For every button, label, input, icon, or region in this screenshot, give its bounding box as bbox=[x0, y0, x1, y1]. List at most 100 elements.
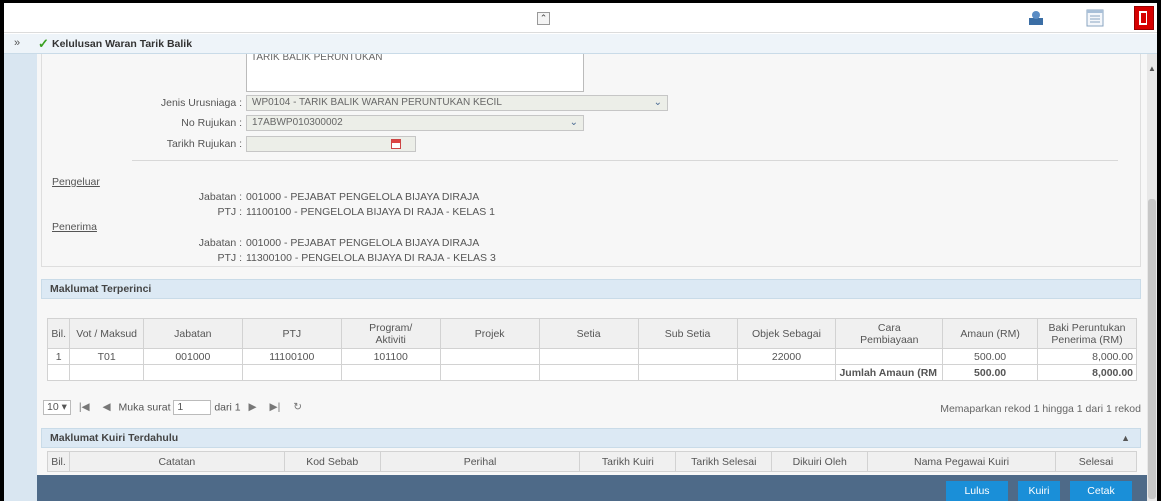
page-input[interactable]: 1 bbox=[173, 400, 212, 415]
cell-bil: 1 bbox=[46, 348, 71, 365]
form-panel: TARIK BALIK PERUNTUKAN Jenis Urusniaga :… bbox=[41, 54, 1141, 267]
jenis-urusniaga-label: Jenis Urusniaga : bbox=[160, 97, 242, 109]
page-size-select[interactable]: 10 ▾ bbox=[43, 400, 71, 415]
no-rujukan-select[interactable]: 17ABWP010300002 ⌄ bbox=[246, 115, 584, 131]
description-text: TARIK BALIK PERUNTUKAN bbox=[251, 54, 383, 63]
muka-surat-label: Muka surat bbox=[118, 401, 171, 414]
pengeluar-heading: Pengeluar bbox=[52, 176, 100, 188]
pengeluar-jabatan-label: Jabatan : bbox=[198, 191, 242, 203]
col-bil: Bil. bbox=[46, 318, 71, 349]
cell-setia bbox=[538, 348, 639, 365]
kuiri-col-nama-pegawai: Nama Pegawai Kuiri bbox=[867, 451, 1056, 472]
vertical-scrollbar[interactable]: ▲ bbox=[1147, 54, 1157, 501]
pengeluar-jabatan-value: 001000 - PEJABAT PENGELOLA BIJAYA DIRAJA bbox=[246, 191, 480, 203]
cell-sub-setia bbox=[637, 348, 738, 365]
kuiri-table: Bil. Catatan Kod Sebab Perihal Tarikh Ku… bbox=[47, 451, 1138, 472]
pengeluar-ptj-value: 11100100 - PENGELOLA BIJAYA DI RAJA - KE… bbox=[246, 206, 496, 218]
title-bar: » ✓ Kelulusan Waran Tarik Balik bbox=[4, 34, 1157, 54]
cell-objek: 22000 bbox=[736, 348, 837, 365]
kuiri-button[interactable]: Kuiri bbox=[1018, 481, 1060, 501]
kuiri-col-dikuiri-oleh: Dikuiri Oleh bbox=[771, 451, 869, 472]
page-title: Kelulusan Waran Tarik Balik bbox=[52, 38, 193, 50]
chevron-down-icon: ⌄ bbox=[653, 97, 662, 108]
cell-cara bbox=[835, 348, 944, 365]
app-frame: ⌃ » ✓ Kelulusan Waran Tarik Balik TARIK … bbox=[0, 0, 1161, 501]
kuiri-col-selesai: Selesai bbox=[1054, 451, 1138, 472]
cell-baki: 8,000.00 bbox=[1037, 348, 1137, 365]
kuiri-col-catatan: Catatan bbox=[68, 451, 285, 472]
scroll-up-icon[interactable]: ▲ bbox=[1148, 64, 1156, 73]
col-jabatan: Jabatan bbox=[142, 318, 243, 349]
check-icon: ✓ bbox=[38, 36, 49, 51]
jenis-urusniaga-value: WP0104 - TARIK BALIK WARAN PERUNTUKAN KE… bbox=[252, 97, 502, 108]
penerima-ptj-value: 11300100 - PENGELOLA BIJAYA DI RAJA - KE… bbox=[246, 252, 496, 264]
double-chevron-up-icon[interactable]: ⌃ bbox=[537, 12, 550, 25]
cell-ptj: 11100100 bbox=[241, 348, 342, 365]
cell-jabatan: 001000 bbox=[142, 348, 243, 365]
page-input-value: 1 bbox=[177, 401, 184, 413]
lulus-button[interactable]: Lulus bbox=[946, 481, 1008, 501]
no-rujukan-label: No Rujukan : bbox=[181, 117, 242, 129]
kuiri-col-tarikh-kuiri: Tarikh Kuiri bbox=[579, 451, 677, 472]
description-textarea[interactable]: TARIK BALIK PERUNTUKAN bbox=[246, 54, 584, 92]
col-projek: Projek bbox=[439, 318, 540, 349]
refresh-icon[interactable]: ↻ bbox=[293, 401, 302, 413]
prev-page-icon[interactable]: ◀ bbox=[103, 401, 111, 413]
cetak-button[interactable]: Cetak bbox=[1070, 481, 1132, 501]
penerima-heading: Penerima bbox=[52, 221, 97, 233]
detail-table: Bil. Vot / Maksud Jabatan PTJ Program/ A… bbox=[46, 318, 1137, 381]
last-page-icon[interactable]: ▶| bbox=[270, 401, 281, 413]
penerima-jabatan-label: Jabatan : bbox=[198, 237, 242, 249]
exit-door-icon[interactable] bbox=[1134, 6, 1154, 30]
next-page-icon[interactable]: ▶ bbox=[249, 401, 257, 413]
page-size-value: 10 bbox=[47, 401, 59, 413]
main-content: TARIK BALIK PERUNTUKAN Jenis Urusniaga :… bbox=[37, 54, 1147, 501]
kuiri-col-kod-sebab: Kod Sebab bbox=[283, 451, 381, 472]
chevron-down-icon: ⌄ bbox=[569, 117, 578, 128]
cell-projek bbox=[439, 348, 540, 365]
cell-program: 101100 bbox=[340, 348, 441, 365]
list-icon[interactable] bbox=[1086, 9, 1104, 27]
detail-panel-title: Maklumat Terperinci bbox=[50, 283, 152, 295]
col-vot: Vot / Maksud bbox=[69, 318, 144, 349]
calendar-icon[interactable] bbox=[391, 139, 401, 149]
chevron-up-icon[interactable]: ▲ bbox=[1121, 429, 1130, 447]
cell-amaun: 500.00 bbox=[942, 348, 1039, 365]
double-chevron-right-icon[interactable]: » bbox=[14, 37, 20, 49]
col-baki: Baki Peruntukan Penerima (RM) bbox=[1037, 318, 1137, 349]
col-setia: Setia bbox=[538, 318, 639, 349]
tarikh-rujukan-label: Tarikh Rujukan : bbox=[166, 138, 242, 150]
kuiri-col-bil: Bil. bbox=[47, 451, 70, 472]
total-label: Jumlah Amaun (RM bbox=[835, 364, 944, 381]
pager-summary: Memaparkan rekod 1 hingga 1 dari 1 rekod bbox=[940, 403, 1141, 415]
kuiri-col-perihal: Perihal bbox=[379, 451, 581, 472]
col-program: Program/ Aktiviti bbox=[340, 318, 441, 349]
divider bbox=[132, 160, 1118, 161]
detail-panel-header: Maklumat Terperinci bbox=[41, 279, 1141, 299]
col-sub-setia: Sub Setia bbox=[637, 318, 738, 349]
total-baki: 8,000.00 bbox=[1037, 364, 1137, 381]
kuiri-panel-header: Maklumat Kuiri Terdahulu ▲ bbox=[41, 428, 1141, 448]
top-bar: ⌃ bbox=[4, 3, 1157, 33]
action-bar: Lulus Kuiri Cetak bbox=[37, 475, 1147, 501]
tarikh-rujukan-input[interactable] bbox=[246, 136, 416, 152]
col-cara: Cara Pembiayaan bbox=[835, 318, 944, 349]
first-page-icon[interactable]: |◀ bbox=[79, 401, 90, 413]
kuiri-panel-title: Maklumat Kuiri Terdahulu bbox=[50, 432, 179, 444]
kuiri-col-tarikh-selesai: Tarikh Selesai bbox=[675, 451, 773, 472]
total-amaun: 500.00 bbox=[942, 364, 1039, 381]
col-objek: Objek Sebagai bbox=[736, 318, 837, 349]
penerima-jabatan-value: 001000 - PEJABAT PENGELOLA BIJAYA DIRAJA bbox=[246, 237, 480, 249]
sidebar-strip bbox=[4, 54, 37, 501]
col-ptj: PTJ bbox=[241, 318, 342, 349]
scrollbar-thumb[interactable] bbox=[1148, 199, 1156, 499]
no-rujukan-value: 17ABWP010300002 bbox=[252, 117, 343, 128]
page-of-label: dari 1 bbox=[214, 401, 241, 414]
total-row: Jumlah Amaun (RM 500.00 8,000.00 bbox=[46, 364, 1137, 381]
pengeluar-ptj-label: PTJ : bbox=[217, 206, 242, 218]
profile-icon[interactable] bbox=[1027, 9, 1045, 27]
table-row[interactable]: 1 T01 001000 11100100 101100 22000 500.0… bbox=[46, 348, 1137, 365]
pager: 10 ▾ |◀ ◀ Muka surat 1 dari 1 ▶ ▶| ↻ bbox=[43, 400, 307, 415]
cell-vot: T01 bbox=[69, 348, 144, 365]
jenis-urusniaga-select[interactable]: WP0104 - TARIK BALIK WARAN PERUNTUKAN KE… bbox=[246, 95, 668, 111]
